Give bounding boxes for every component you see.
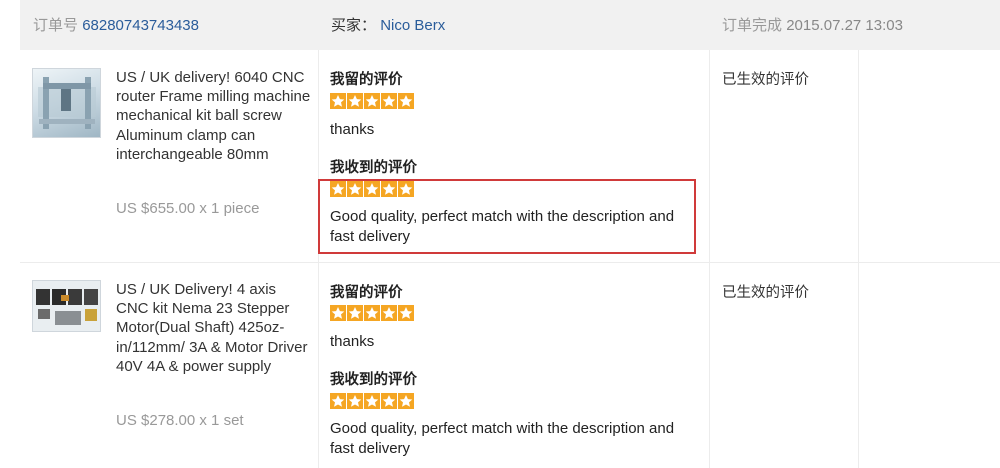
highlight-box — [318, 179, 696, 254]
product-title-link[interactable]: US / UK Delivery! 4 axis CNC kit Nema 23… — [116, 280, 311, 376]
cnc-kit-image — [36, 289, 98, 325]
order-number-label: 订单号 — [33, 17, 79, 34]
star-icon — [381, 93, 397, 109]
buyer-name-link[interactable]: Nico Berx — [380, 17, 445, 34]
star-icon — [330, 305, 346, 321]
order-date-text: 2015.07.27 13:03 — [786, 17, 903, 34]
my-feedback-label: 我留的评价 — [330, 72, 403, 88]
my-feedback-label: 我留的评价 — [330, 285, 403, 301]
product-title-link[interactable]: US / UK delivery! 6040 CNC router Frame … — [116, 68, 311, 164]
star-icon — [398, 93, 414, 109]
column-divider — [709, 50, 710, 468]
product-price: US $278.00 x 1 set — [116, 412, 244, 429]
star-icon — [364, 93, 380, 109]
my-feedback-comment: thanks — [330, 333, 375, 350]
star-icon — [330, 393, 346, 409]
star-icon — [364, 393, 380, 409]
my-rating-stars — [330, 305, 414, 323]
star-icon — [347, 93, 363, 109]
received-rating-stars — [330, 393, 414, 411]
order-number-field: 订单号 68280743743438 — [33, 14, 199, 35]
order-header: 订单号 68280743743438 买家： Nico Berx 订单完成 20… — [20, 0, 1000, 50]
order-completion-field: 订单完成 2015.07.27 13:03 — [722, 14, 903, 35]
star-icon — [381, 393, 397, 409]
buyer-label: 买家： — [331, 17, 377, 34]
product-thumbnail[interactable] — [32, 68, 101, 138]
column-divider — [858, 50, 859, 468]
received-feedback-comment: Good quality, perfect match with the des… — [330, 420, 675, 457]
order-status-text: 订单完成 — [722, 17, 783, 34]
star-icon — [347, 393, 363, 409]
product-thumbnail[interactable] — [32, 280, 101, 332]
my-feedback-comment: thanks — [330, 121, 375, 138]
row-divider — [20, 262, 1000, 263]
star-icon — [398, 305, 414, 321]
received-feedback-label: 我收到的评价 — [330, 372, 417, 388]
column-divider — [318, 50, 319, 468]
star-icon — [330, 93, 346, 109]
received-feedback-label: 我收到的评价 — [330, 160, 417, 176]
cnc-router-image — [38, 77, 96, 129]
feedback-status: 已生效的评价 — [722, 285, 809, 301]
star-icon — [347, 305, 363, 321]
my-rating-stars — [330, 93, 414, 111]
star-icon — [398, 393, 414, 409]
feedback-status: 已生效的评价 — [722, 72, 809, 88]
order-number-link[interactable]: 68280743743438 — [82, 17, 199, 34]
product-price: US $655.00 x 1 piece — [116, 200, 260, 217]
buyer-field: 买家： Nico Berx — [331, 14, 445, 35]
star-icon — [381, 305, 397, 321]
star-icon — [364, 305, 380, 321]
